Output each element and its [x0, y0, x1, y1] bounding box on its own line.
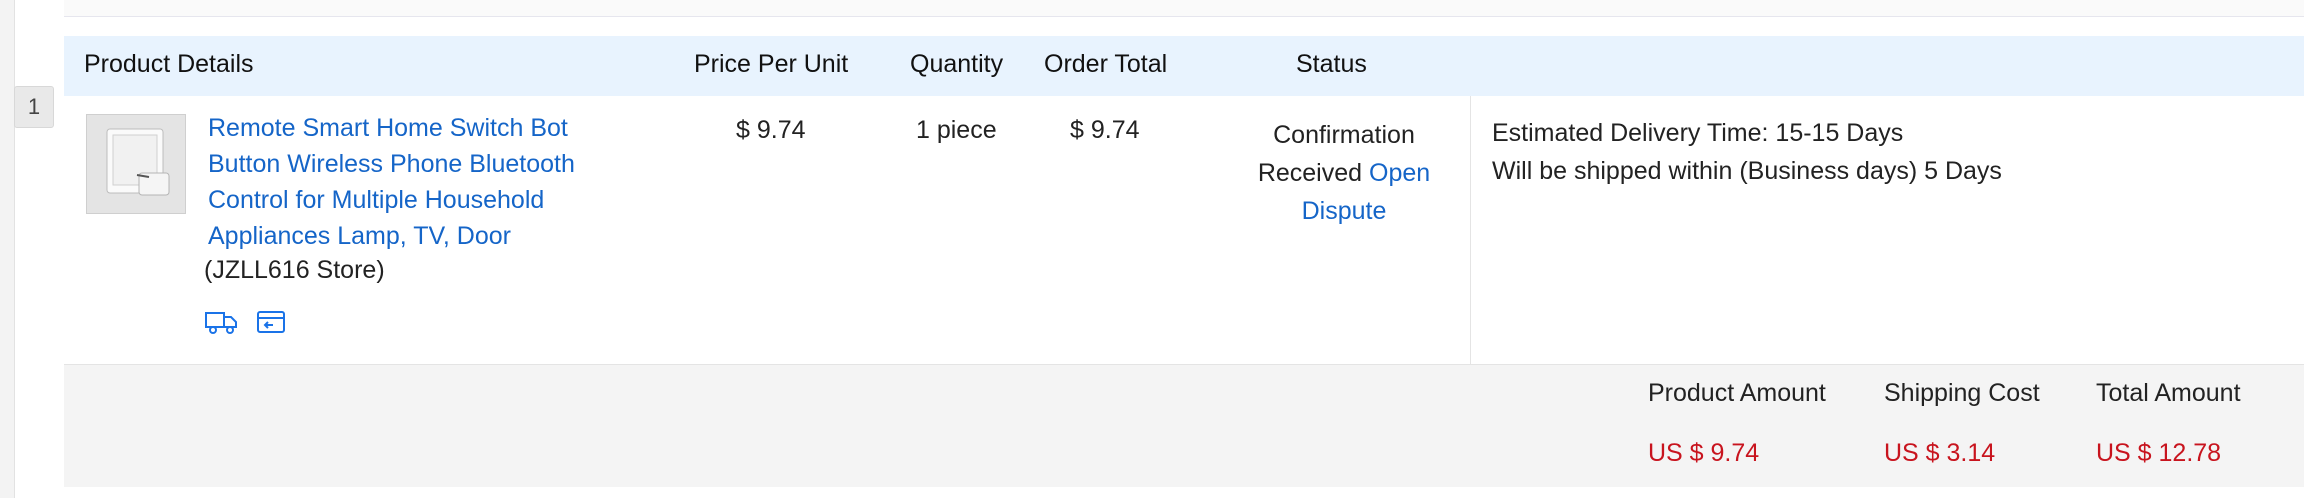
order-snapshot-icon[interactable] — [254, 308, 288, 336]
order-card: Product Details Price Per Unit Quantity … — [64, 0, 2304, 498]
total-amount-value: US $ 12.78 — [2096, 439, 2222, 467]
estimated-delivery-time: Estimated Delivery Time: 15-15 Days — [1492, 119, 1904, 147]
order-status: Confirmation Received Open Dispute — [1224, 116, 1464, 230]
shipping-truck-icon[interactable] — [204, 308, 238, 336]
store-name[interactable]: (JZLL616 Store) — [204, 256, 385, 285]
header-price-per-unit: Price Per Unit — [694, 50, 849, 78]
item-quantity: 1 piece — [916, 116, 997, 144]
top-strip — [64, 0, 2304, 17]
order-table-header: Product Details Price Per Unit Quantity … — [64, 36, 2304, 96]
column-divider — [1470, 96, 1471, 364]
shipping-cost-label: Shipping Cost — [1884, 379, 2040, 407]
product-title-link[interactable]: Remote Smart Home Switch Bot Button Wire… — [208, 110, 608, 254]
product-image — [87, 115, 185, 213]
delivery-info: Estimated Delivery Time: 15-15 Days Will… — [1492, 114, 2002, 190]
left-gutter — [0, 0, 15, 498]
total-amount-label: Total Amount — [2096, 379, 2241, 407]
item-order-total: $ 9.74 — [1070, 116, 1140, 144]
header-quantity: Quantity — [910, 50, 1004, 78]
shipping-cost-value: US $ 3.14 — [1884, 439, 1996, 467]
header-order-total: Order Total — [1044, 50, 1168, 78]
header-product-details: Product Details — [84, 50, 254, 78]
product-thumbnail[interactable] — [86, 114, 186, 214]
order-totals-bar: Product Amount US $ 9.74 Shipping Cost U… — [64, 365, 2304, 487]
shipping-window: Will be shipped within (Business days) 5… — [1492, 157, 2002, 185]
order-item-row: Remote Smart Home Switch Bot Button Wire… — [64, 96, 2304, 365]
header-status: Status — [1296, 50, 1367, 78]
product-amount-value: US $ 9.74 — [1648, 439, 1760, 467]
product-amount-label: Product Amount — [1648, 379, 1826, 407]
row-index-badge: 1 — [14, 86, 54, 128]
unit-price: $ 9.74 — [736, 116, 806, 144]
